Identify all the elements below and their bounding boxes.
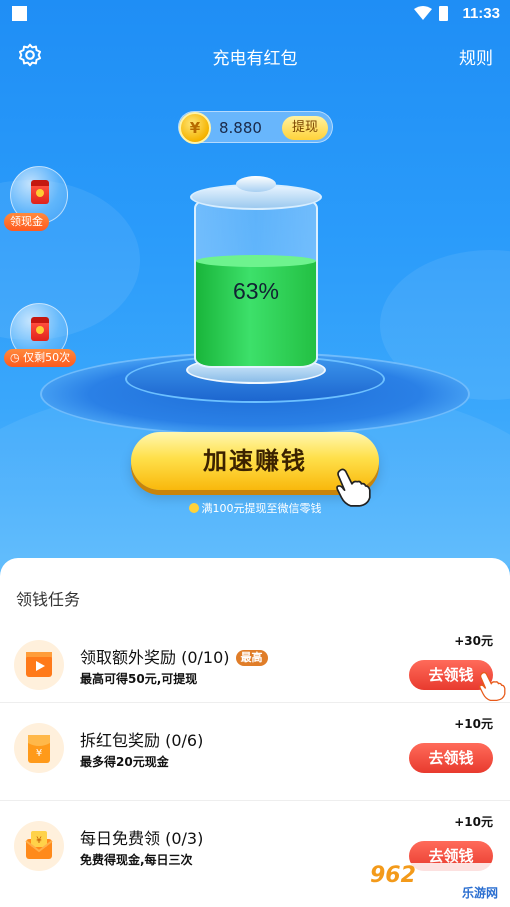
withdraw-button[interactable]: 提现 <box>282 116 328 140</box>
red-envelope-icon: ¥ <box>14 723 64 773</box>
balance-pill: ¥ 8.880 提现 <box>178 111 333 144</box>
limited-bubble-label: ◷ 仅剩50次 <box>4 349 77 367</box>
pointing-hand-icon <box>479 671 506 702</box>
task-row: ¥ 拆红包奖励 (0/6) 最多得20元现金 +10元 去领钱 <box>0 702 510 798</box>
task-name: 每日免费领 (0/3) <box>80 829 204 848</box>
wifi-icon <box>414 6 432 20</box>
battery-gauge: 63% <box>194 198 318 368</box>
nav-bar: 充电有红包 规则 <box>0 38 510 74</box>
task-subtitle: 最高可得50元,可提现 <box>80 672 198 686</box>
claim-button[interactable]: 去领钱 <box>409 743 493 773</box>
task-reward: +30元 <box>454 634 493 648</box>
max-badge: 最高 <box>235 650 268 666</box>
clock-icon: ◷ <box>10 351 20 364</box>
watermark-text: 乐游网 <box>461 886 498 900</box>
video-play-icon <box>14 640 64 690</box>
battery-percent: 63% <box>232 278 280 304</box>
page-title: 充电有红包 <box>212 49 298 69</box>
site-watermark: 962 乐游网 <box>364 863 504 903</box>
remaining-count: 仅剩50次 <box>23 351 71 364</box>
task-reward: +10元 <box>454 717 493 731</box>
task-reward: +10元 <box>454 815 493 829</box>
svg-text:¥: ¥ <box>36 748 42 759</box>
cash-bubble-label: 领现金 <box>4 213 49 231</box>
task-sheet: 领钱任务 领取额外奖励 (0/10) 最高 最高可得50元,可提现 +30元 去领… <box>0 558 510 907</box>
battery-terminal <box>236 176 276 192</box>
task-subtitle: 最多得20元现金 <box>80 755 169 769</box>
withdraw-hint-text: 满100元提现至微信零钱 <box>201 502 322 515</box>
coin-icon: ¥ <box>179 112 211 144</box>
status-time: 11:33 <box>462 5 500 22</box>
task-title: 领取额外奖励 (0/10) <box>80 648 230 667</box>
battery-cap <box>190 176 322 210</box>
withdraw-hint: 满100元提现至微信零钱 <box>0 500 510 516</box>
rules-link[interactable]: 规则 <box>459 44 493 69</box>
status-bar: 11:33 <box>0 0 510 30</box>
red-envelope-icon <box>31 317 49 341</box>
hero-area: 11:33 充电有红包 规则 ¥ 8.880 提现 领现金 ◷ 仅剩50次 63… <box>0 0 510 580</box>
coin-dot-icon <box>188 503 199 513</box>
task-subtitle: 免费得现金,每日三次 <box>80 853 193 867</box>
watermark-logo: 962 <box>370 863 416 888</box>
task-section-title: 领钱任务 <box>16 590 81 609</box>
notification-icon <box>12 6 27 21</box>
gift-envelope-icon: ¥ <box>14 821 64 871</box>
battery-status-icon <box>439 6 448 21</box>
task-name: 拆红包奖励 (0/6) <box>80 731 204 750</box>
red-envelope-icon <box>31 180 49 204</box>
svg-text:¥: ¥ <box>36 836 42 846</box>
task-name: 领取额外奖励 (0/10) 最高 <box>80 644 268 668</box>
balance-amount: 8.880 <box>219 119 262 137</box>
